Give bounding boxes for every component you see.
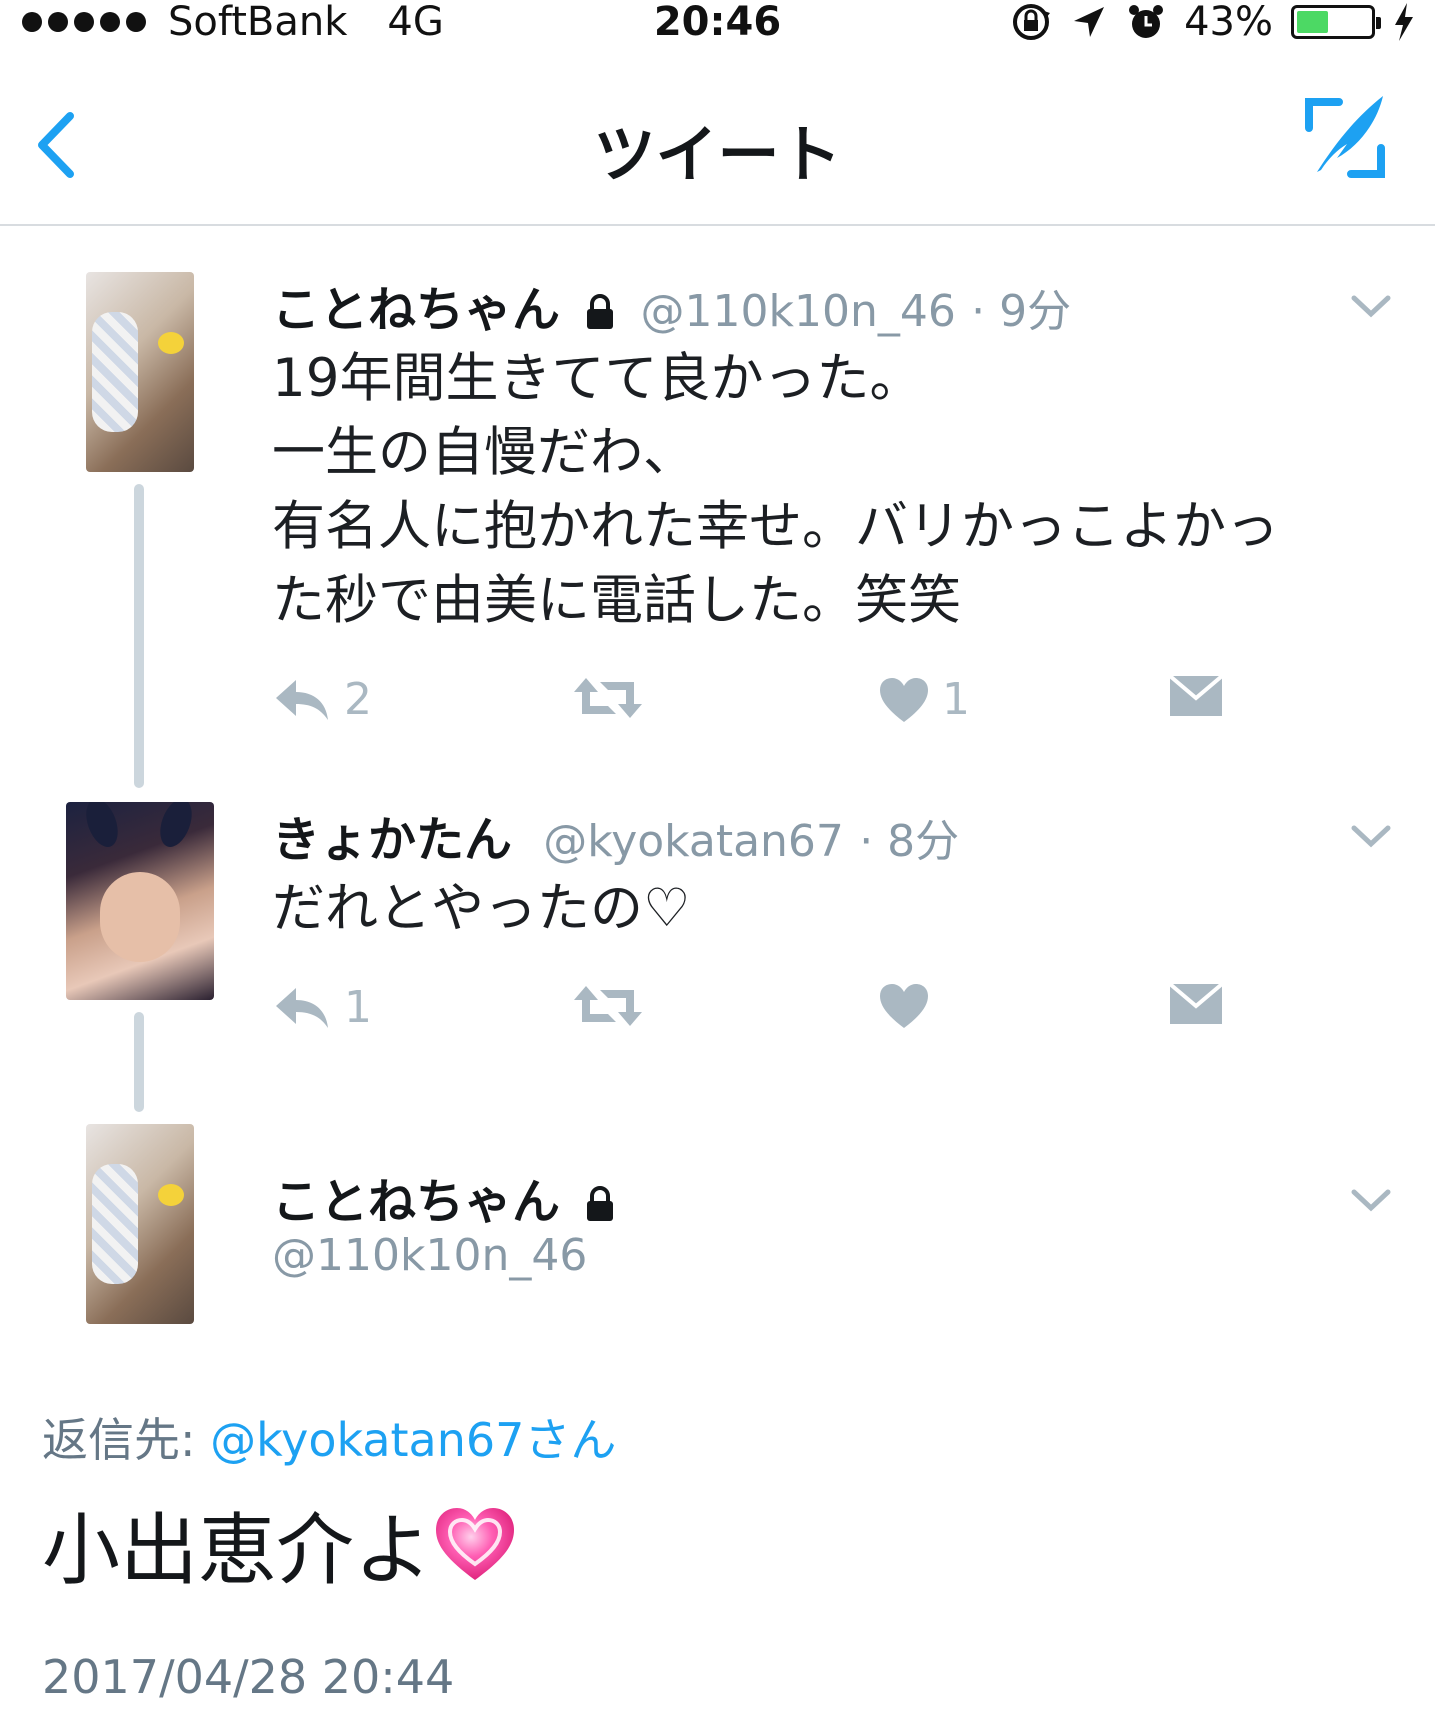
alarm-clock-icon	[1129, 5, 1164, 38]
tweet-actions: 1	[272, 982, 1252, 1042]
status-bar: SoftBank 4G 20:46 43%	[0, 0, 1435, 48]
user-handle[interactable]: @kyokatan67	[543, 816, 844, 867]
location-arrow-icon	[1074, 7, 1105, 37]
reply-to-mention[interactable]: @kyokatan67さん	[210, 1413, 616, 1467]
retweet-button[interactable]	[572, 674, 644, 722]
compose-quill-icon[interactable]	[1295, 88, 1395, 188]
display-name[interactable]: きょかたん	[272, 812, 512, 868]
like-button[interactable]: 1	[878, 674, 970, 725]
direct-message-button[interactable]	[1168, 674, 1224, 718]
battery-percentage: 43%	[1184, 0, 1273, 45]
avatar[interactable]	[86, 272, 194, 472]
tweet[interactable]: きょかたん @kyokatan67 · 8分 だれとやったの♡ 1	[0, 790, 1435, 1033]
reply-count: 1	[344, 982, 372, 1033]
like-count: 1	[942, 674, 970, 725]
chevron-down-icon[interactable]	[1346, 286, 1396, 326]
reply-button[interactable]: 1	[272, 982, 372, 1033]
retweet-button[interactable]	[572, 982, 644, 1030]
tweet-detail-screen: SoftBank 4G 20:46 43% ツイート ことねちゃん @110k1…	[0, 0, 1435, 1726]
tweet-age: · 8分	[859, 816, 960, 867]
charging-bolt-icon	[1395, 3, 1413, 41]
navigation-bar: ツイート	[0, 60, 1435, 226]
heart-icon	[436, 1508, 515, 1580]
reply-to-line: 返信先: @kyokatan67さん	[42, 1404, 616, 1470]
avatar[interactable]	[86, 1124, 194, 1324]
user-handle[interactable]: @110k10n_46	[641, 286, 956, 337]
reply-icon	[276, 679, 328, 720]
lock-icon	[587, 294, 614, 329]
tweet[interactable]: ことねちゃん @110k10n_46 · 9分 19年間生きてて良かった。 一生…	[0, 260, 1435, 760]
envelope-icon	[1168, 674, 1224, 716]
tweet-text: だれとやったの♡	[272, 878, 691, 939]
reply-to-label: 返信先:	[42, 1413, 196, 1467]
display-name[interactable]: ことねちゃん	[272, 1174, 560, 1230]
user-handle[interactable]: @110k10n_46	[272, 1230, 587, 1281]
reply-button[interactable]: 2	[272, 674, 372, 725]
lock-icon	[587, 1186, 614, 1221]
heart-icon	[880, 984, 928, 1028]
orientation-lock-icon	[1013, 4, 1051, 40]
retweet-icon	[574, 678, 642, 718]
display-name[interactable]: ことねちゃん	[272, 282, 560, 338]
tweet-timestamp: 2017/04/28 20:44	[42, 1650, 455, 1704]
reply-icon	[276, 987, 328, 1028]
direct-message-button[interactable]	[1168, 982, 1224, 1026]
retweet-icon	[574, 986, 642, 1026]
envelope-icon	[1168, 982, 1224, 1024]
avatar[interactable]	[66, 802, 214, 1000]
page-title: ツイート	[593, 118, 842, 191]
heart-icon	[880, 677, 928, 722]
tweet-age: · 9分	[971, 286, 1072, 337]
reply-count: 2	[344, 674, 372, 725]
battery-icon	[1291, 5, 1381, 39]
tweet-text: 19年間生きてて良かった。 一生の自慢だわ、 有名人に抱かれた幸せ。バリかっこよ…	[272, 348, 1279, 631]
like-button[interactable]	[878, 982, 930, 1030]
tweet-actions: 2 1	[272, 674, 1252, 734]
chevron-down-icon[interactable]	[1346, 816, 1396, 856]
focused-tweet-text: 小出恵介よ	[42, 1488, 518, 1600]
focused-tweet-header[interactable]: ことねちゃん @110k10n_46	[0, 1124, 1435, 1344]
chevron-down-icon[interactable]	[1346, 1180, 1396, 1220]
